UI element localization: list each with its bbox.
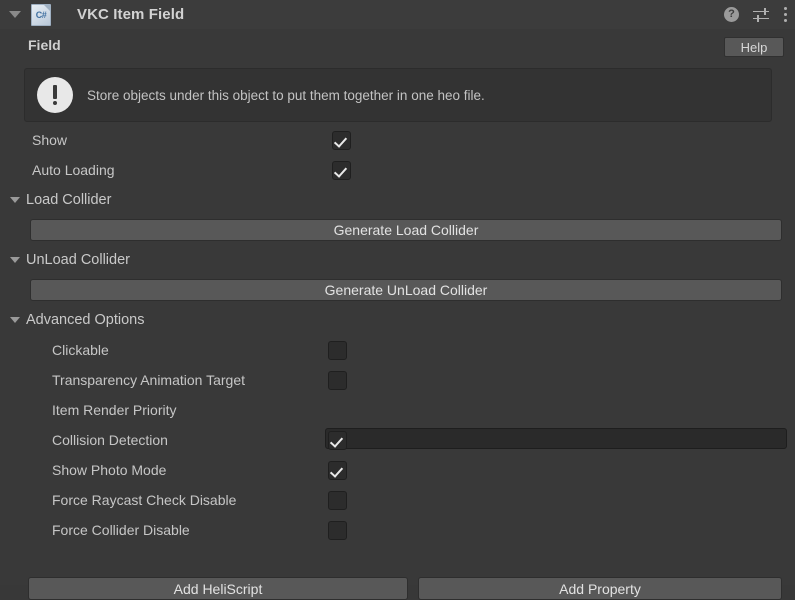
foldout-label-advanced-options: Advanced Options: [26, 312, 145, 328]
checkbox-clickable[interactable]: [328, 340, 347, 360]
inspector-body: Field Help Store objects under this obje…: [0, 29, 795, 600]
row-auto-loading: Auto Loading: [0, 155, 795, 185]
help-button[interactable]: Help: [724, 37, 784, 57]
row-label-clickable: Clickable: [52, 342, 109, 358]
header-actions: ?: [724, 0, 787, 29]
foldout-load-collider[interactable]: Load Collider: [0, 188, 111, 212]
triangle-down-icon-load-collider[interactable]: [10, 197, 20, 203]
foldout-label-unload-collider: UnLoad Collider: [26, 252, 130, 268]
foldout-advanced-options[interactable]: Advanced Options: [0, 308, 145, 332]
row-label-auto-loading: Auto Loading: [32, 162, 115, 178]
row-clickable: Clickable: [0, 335, 795, 365]
row-collision-detection: Collision Detection: [0, 425, 795, 455]
inspector-window: C# VKC Item Field ? Field Help Store obj…: [0, 0, 795, 600]
foldout-unload-collider[interactable]: UnLoad Collider: [0, 248, 130, 272]
triangle-down-icon-advanced-options[interactable]: [10, 317, 20, 323]
checkbox-show-photo-mode[interactable]: [328, 460, 347, 480]
row-force-collider-disable: Force Collider Disable: [0, 515, 795, 545]
checkbox-force-collider-disable[interactable]: [328, 520, 347, 540]
preset-icon[interactable]: [753, 7, 769, 22]
help-icon[interactable]: ?: [724, 7, 739, 22]
checkbox-force-raycast-check-disable[interactable]: [328, 490, 347, 510]
checkbox-collision-detection[interactable]: [328, 430, 347, 450]
more-menu-icon[interactable]: [783, 7, 787, 22]
row-label-show: Show: [32, 132, 68, 148]
row-show: Show: [0, 125, 795, 155]
row-transparency-animation-target: Transparency Animation Target: [0, 365, 795, 395]
row-item-render-priority: Item Render Priority: [0, 395, 795, 425]
triangle-down-icon[interactable]: [9, 11, 21, 18]
row-label-show-photo-mode: Show Photo Mode: [52, 462, 167, 478]
row-label-collision-detection: Collision Detection: [52, 432, 168, 448]
foldout-label-load-collider: Load Collider: [26, 192, 112, 208]
triangle-down-icon-unload-collider[interactable]: [10, 257, 20, 263]
generate-unload-collider-button[interactable]: Generate UnLoad Collider: [30, 279, 782, 301]
info-box-text: Store objects under this object to put t…: [87, 87, 485, 103]
row-force-raycast-check-disable: Force Raycast Check Disable: [0, 485, 795, 515]
component-header: C# VKC Item Field ?: [0, 0, 795, 30]
add-property-button[interactable]: Add Property: [418, 577, 782, 600]
checkbox-transparency-animation-target[interactable]: [328, 370, 347, 390]
checkbox-auto-loading[interactable]: [332, 160, 351, 180]
csharp-script-icon[interactable]: C#: [31, 3, 51, 26]
info-exclamation-icon: [37, 77, 73, 114]
generate-load-collider-button[interactable]: Generate Load Collider: [30, 219, 782, 241]
add-heliscript-button[interactable]: Add HeliScript: [28, 577, 408, 600]
checkbox-show[interactable]: [332, 130, 351, 150]
page-title: VKC Item Field: [77, 6, 185, 23]
row-label-transparency-animation-target: Transparency Animation Target: [52, 372, 245, 388]
row-label-force-raycast-check-disable: Force Raycast Check Disable: [52, 492, 237, 508]
info-box: Store objects under this object to put t…: [24, 68, 772, 122]
section-title: Field: [28, 37, 61, 53]
row-label-force-collider-disable: Force Collider Disable: [52, 522, 190, 538]
row-show-photo-mode: Show Photo Mode: [0, 455, 795, 485]
row-label-item-render-priority: Item Render Priority: [52, 402, 177, 418]
